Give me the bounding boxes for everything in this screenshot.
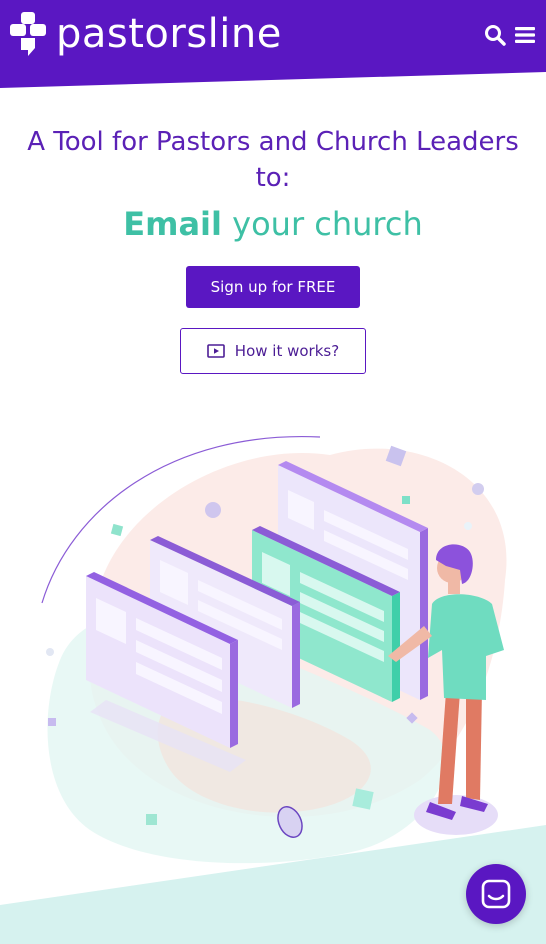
- menu-icon[interactable]: [514, 24, 536, 46]
- brand-name: pastorsline: [56, 11, 282, 57]
- logo[interactable]: pastorsline: [10, 12, 282, 56]
- hero-headline: A Tool for Pastors and Church Leaders to…: [27, 127, 519, 193]
- chat-icon: [481, 879, 511, 909]
- how-it-works-button[interactable]: How it works?: [180, 328, 366, 374]
- search-icon[interactable]: [484, 24, 506, 46]
- signup-button[interactable]: Sign up for FREE: [186, 266, 360, 308]
- site-header: pastorsline: [0, 0, 546, 92]
- hero-illustration: [0, 435, 546, 944]
- hero-subline-rest: your church: [221, 205, 423, 243]
- how-it-works-label: How it works?: [234, 342, 340, 360]
- chat-launcher-button[interactable]: [466, 864, 526, 924]
- video-play-icon: [206, 344, 225, 358]
- logo-cross-icon: [10, 12, 46, 56]
- hero-subline: Email your church: [0, 202, 546, 246]
- hero-subline-highlight: Email: [123, 205, 222, 243]
